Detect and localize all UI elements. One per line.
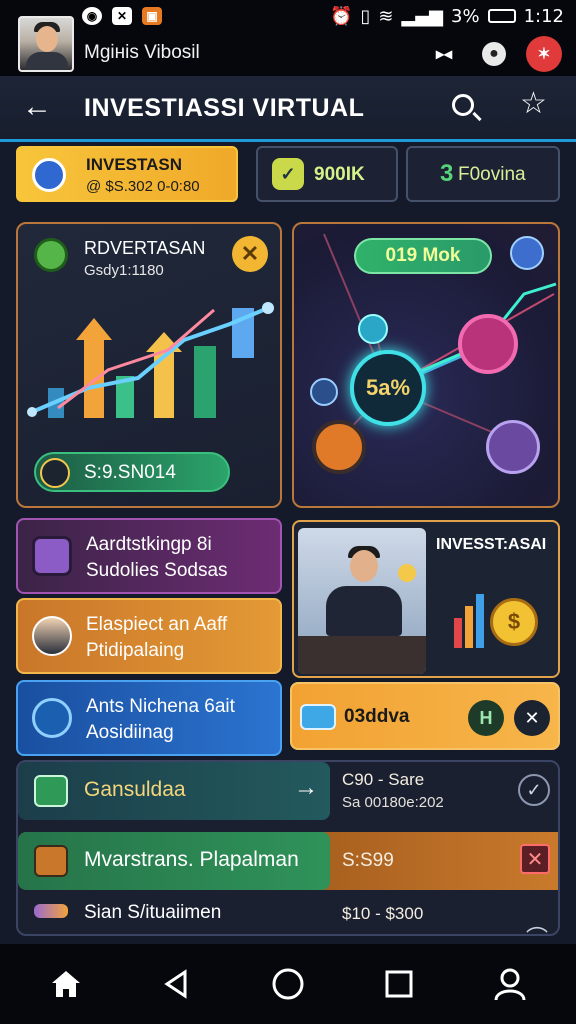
- pencil-icon: [40, 458, 70, 488]
- row-title: Sian S/ituaiimen: [84, 902, 222, 923]
- cast-icon[interactable]: ▸◂: [426, 36, 462, 72]
- table-row[interactable]: Mvarstrans. Plapalman S:S99 ✕: [18, 832, 558, 890]
- row-amount: $10 - $300: [342, 904, 424, 923]
- avatar[interactable]: [18, 16, 74, 72]
- document-icon: [312, 420, 366, 474]
- image-icon: ✕: [112, 7, 132, 25]
- table-row[interactable]: Sian S/ituaiimen $10 - $300 ︵: [18, 898, 558, 934]
- card-subtitle: Gsdy1:1180: [84, 262, 164, 279]
- check-shield-icon: ✓: [272, 158, 304, 190]
- tab-foovina[interactable]: 3 F0ovina: [406, 146, 560, 202]
- amount-pill[interactable]: S:9.SN014: [34, 452, 230, 492]
- row-title: Mvarstrans. Plapalman: [84, 848, 299, 871]
- profile-bar: Mgінis Vibosil ▸◂ ● ✶: [0, 16, 576, 76]
- portfolio-network-card[interactable]: 019 Mok 5a%: [292, 222, 560, 508]
- growth-percent: 5a%: [350, 350, 426, 426]
- tab-number: 3: [440, 160, 454, 187]
- tab-investasn[interactable]: INVESTASN @ $S.302 0-0:80: [16, 146, 238, 202]
- app-bar: ← INVESTIASSI VIRTUAL ☆: [0, 76, 576, 142]
- bar-chart-icon: [454, 594, 484, 648]
- badge-button[interactable]: H: [468, 700, 504, 736]
- row-title: Gansuldaa: [84, 778, 186, 801]
- calendar-icon: [34, 845, 68, 877]
- back-triangle-icon[interactable]: [153, 960, 201, 1008]
- status-bar: ◉ ✕ ▣ ⏰ ▯ ≋ ▂▄▆ 3% 1:12: [0, 0, 576, 32]
- list-item[interactable]: Elaspiect an Aaff Ptidipalaing: [16, 598, 282, 674]
- tab-sublabel: @ $S.302 0-0:80: [86, 178, 200, 195]
- close-icon[interactable]: ✕: [232, 236, 268, 272]
- star-icon[interactable]: ☆: [520, 86, 547, 121]
- row-date: Sa 00180e:202: [342, 794, 444, 811]
- page-title: INVESTIASSI VIRTUAL: [84, 94, 365, 122]
- chart-badge-icon: [32, 158, 66, 192]
- system-nav-bar: [0, 944, 576, 1024]
- check-circle-icon[interactable]: ✓: [518, 774, 550, 806]
- home-icon[interactable]: [42, 960, 90, 1008]
- investment-chart-card[interactable]: RDVERTASAN Gsdy1:1180 ✕ S:9.SN014: [16, 222, 282, 508]
- alarm-icon: ⏰: [330, 5, 353, 27]
- wifi-icon: ≋: [378, 5, 394, 27]
- advisor-photo: [298, 528, 426, 674]
- target-icon: [32, 698, 72, 738]
- leaf-icon: [358, 314, 388, 344]
- row-title: Elaspiect an Aaff: [86, 614, 228, 635]
- settings-icon[interactable]: ●: [482, 42, 506, 66]
- row-title: Aardtstkingp 8i: [86, 534, 212, 555]
- close-icon[interactable]: ✕: [514, 700, 550, 736]
- refresh-icon: [34, 775, 68, 807]
- trend-icon: [486, 420, 540, 474]
- app-tile-icon: [32, 536, 72, 576]
- tag-icon: [300, 704, 336, 730]
- row-subtitle: Ptidipalaing: [86, 640, 185, 661]
- row-amount: C90 - Sare: [342, 770, 425, 789]
- edit-icon[interactable]: [510, 236, 544, 270]
- tab-strip: INVESTASN @ $S.302 0-0:80 ✓ 900IK 3 F0ov…: [16, 146, 560, 202]
- action-strip[interactable]: 03ddva H ✕: [290, 682, 560, 750]
- profile-name: Mgінis Vibosil: [84, 42, 200, 63]
- battery-percent: 3%: [451, 5, 480, 27]
- tab-label: 900IK: [314, 164, 365, 185]
- coin-icon: $: [490, 598, 538, 646]
- tab-label: INVESTASN: [86, 155, 183, 174]
- back-arrow-icon[interactable]: ←: [22, 90, 52, 124]
- value-pill[interactable]: 019 Mok: [354, 238, 492, 274]
- chart-icon: [34, 904, 68, 918]
- check-icon: [310, 378, 338, 406]
- transaction-list: Gansuldaa → C90 - Sare Sa 00180e:202 ✓ M…: [16, 760, 560, 936]
- arrow-right-icon[interactable]: →: [294, 774, 318, 802]
- chevron-up-icon[interactable]: ︵: [526, 906, 548, 934]
- recents-icon[interactable]: [375, 960, 423, 1008]
- signal-icon: ▂▄▆: [401, 5, 444, 27]
- battery-icon: [487, 9, 516, 23]
- tab-900ik[interactable]: ✓ 900IK: [256, 146, 398, 202]
- notification-icon: ◉: [82, 7, 102, 25]
- alert-icon[interactable]: ✶: [526, 36, 562, 72]
- row-subtitle: Aosidiinag: [86, 722, 174, 743]
- list-item[interactable]: Ants Nichena 6ait Aosidiinag: [16, 680, 282, 756]
- account-icon[interactable]: [486, 960, 534, 1008]
- row-amount: S:S99: [342, 850, 394, 871]
- app-icon: ▣: [142, 7, 162, 25]
- strip-label: 03ddva: [344, 706, 410, 727]
- card-title: INVESST:ASAI: [436, 536, 547, 553]
- briefcase-icon: [458, 314, 518, 374]
- row-subtitle: Sudolies Sodsas: [86, 560, 228, 581]
- globe-icon: [34, 238, 68, 272]
- row-title: Ants Nichena 6ait: [86, 696, 235, 717]
- growth-chart-graphic: [27, 302, 274, 418]
- list-item[interactable]: Aardtstkingp 8i Sudolies Sodsas: [16, 518, 282, 594]
- table-row[interactable]: Gansuldaa → C90 - Sare Sa 00180e:202 ✓: [18, 762, 558, 820]
- advisor-card[interactable]: INVESST:ASAI $: [292, 520, 560, 678]
- vibrate-icon: ▯: [360, 5, 371, 27]
- card-title: RDVERTASAN: [84, 238, 206, 258]
- tab-label: F0ovina: [458, 164, 526, 185]
- search-icon[interactable]: [452, 94, 474, 116]
- close-icon[interactable]: ✕: [520, 844, 550, 874]
- pill-value: S:9.SN014: [84, 462, 176, 483]
- clock: 1:12: [523, 5, 564, 27]
- home-circle-icon[interactable]: [264, 960, 312, 1008]
- advisor-avatar: [32, 616, 72, 656]
